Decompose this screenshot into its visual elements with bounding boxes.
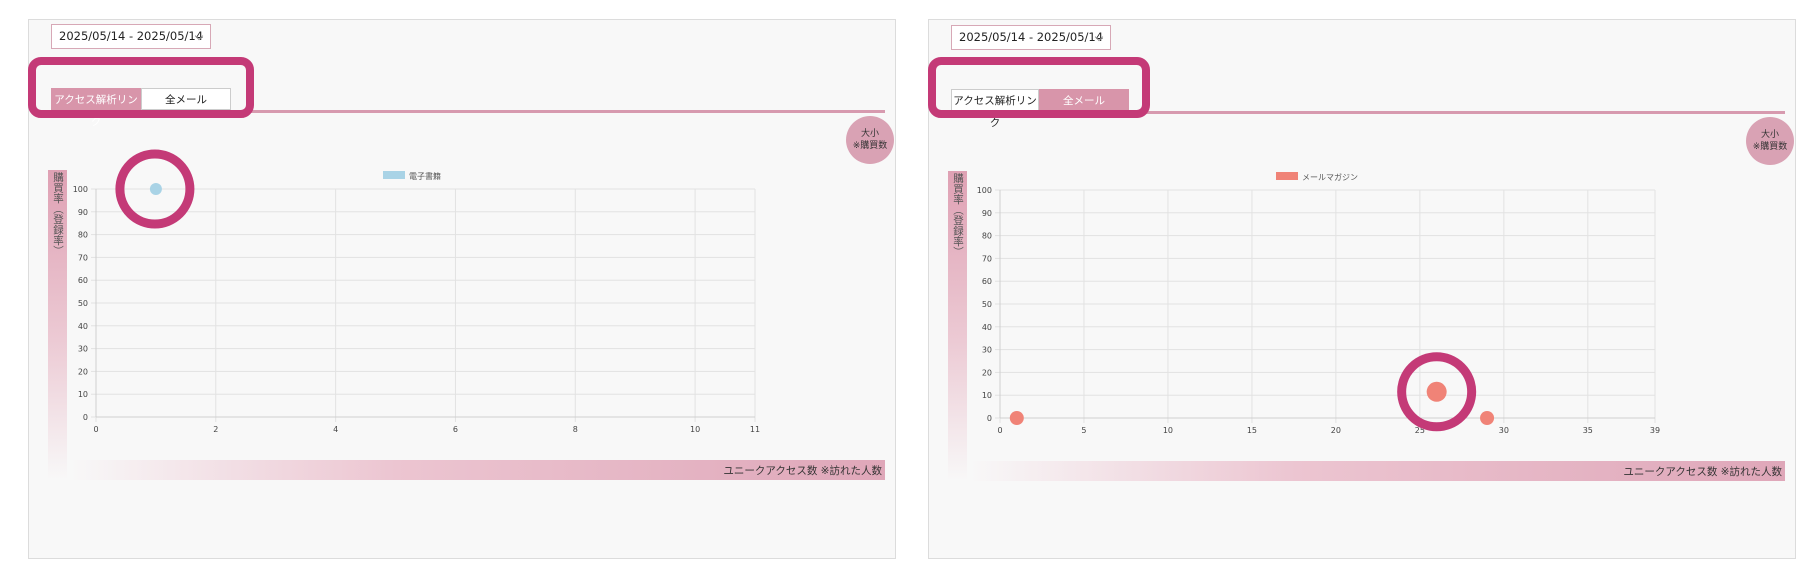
x-tick-label: 35: [1583, 426, 1593, 435]
x-tick-label: 20: [1331, 426, 1341, 435]
y-tick-label: 70: [982, 254, 992, 263]
x-tick-label: 0: [93, 425, 98, 434]
data-point: [1426, 381, 1447, 402]
x-tick-label: 15: [1247, 426, 1257, 435]
y-tick-label: 70: [78, 253, 88, 262]
legend-swatch: [383, 171, 405, 179]
y-tick-label: 40: [78, 322, 88, 331]
x-tick-label: 4: [333, 425, 338, 434]
x-tick-label: 2: [213, 425, 218, 434]
y-tick-label: 10: [78, 390, 88, 399]
x-tick-label: 39: [1650, 426, 1660, 435]
x-tick-label: 5: [1081, 426, 1086, 435]
legend-swatch: [1276, 172, 1298, 180]
chart-panel-access-links: 2025/05/14 - 2025/05/14 アクセス解析リンク 全メール 大…: [28, 19, 896, 559]
x-tick-label: 0: [997, 426, 1002, 435]
y-tick-label: 10: [982, 391, 992, 400]
y-tick-label: 60: [982, 277, 992, 286]
y-tick-label: 90: [982, 209, 992, 218]
y-tick-label: 40: [982, 323, 992, 332]
y-tick-label: 80: [982, 232, 992, 241]
y-tick-label: 20: [78, 367, 88, 376]
y-tick-label: 100: [977, 186, 992, 195]
legend-label: メールマガジン: [1302, 172, 1358, 182]
y-tick-label: 50: [78, 299, 88, 308]
x-tick-label: 10: [1163, 426, 1173, 435]
y-tick-label: 30: [78, 345, 88, 354]
data-point: [1480, 411, 1495, 425]
scatter-chart: 01020304050607080901000 5 10 15 20 25 30 35 39メー…: [977, 172, 1660, 435]
y-tick-label: 100: [73, 185, 88, 194]
y-tick-label: 0: [83, 413, 88, 422]
legend-label: 電子書籍: [409, 171, 441, 181]
y-tick-label: 60: [78, 276, 88, 285]
x-tick-label: 8: [573, 425, 578, 434]
x-tick-label: 6: [453, 425, 458, 434]
x-tick-label: 30: [1499, 426, 1509, 435]
y-tick-label: 0: [987, 414, 992, 423]
y-tick-label: 20: [982, 368, 992, 377]
y-tick-label: 50: [982, 300, 992, 309]
data-point: [149, 183, 162, 195]
y-tick-label: 30: [982, 346, 992, 355]
x-tick-label: 11: [750, 425, 760, 434]
x-tick-label: 10: [690, 425, 700, 434]
scatter-chart: 0 10 20 30 40 50 60 70 80 90 100 0 2 4 6 8 10 11 電子書籍: [73, 149, 760, 434]
y-tick-label: 80: [78, 231, 88, 240]
y-tick-label: 90: [78, 208, 88, 217]
data-point: [1009, 411, 1024, 425]
chart-panel-all-mail: 2025/05/14 - 2025/05/14 アクセス解析リンク 全メール 大…: [928, 19, 1796, 559]
